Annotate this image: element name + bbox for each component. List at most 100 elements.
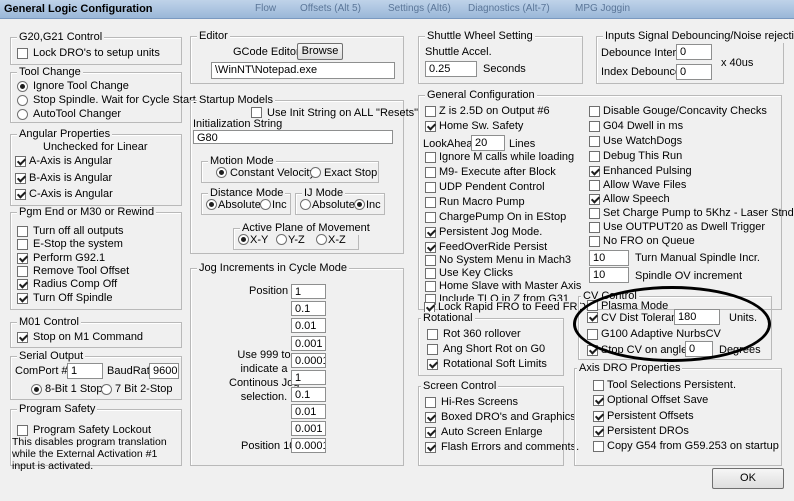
8bit-1stop-radio[interactable]	[31, 384, 42, 395]
serial-output-group: Serial Output ComPort # 1 BaudRate 9600 …	[10, 350, 182, 400]
g100-adaptive-checkbox[interactable]	[587, 329, 598, 340]
home-slave-checkbox[interactable]	[425, 281, 436, 292]
ij-inc-radio[interactable]	[354, 199, 365, 210]
remove-tool-offset-checkbox[interactable]	[17, 266, 28, 277]
cv-tolerance-input[interactable]: 180	[674, 309, 720, 325]
jog-increment-input[interactable]: 1	[291, 284, 326, 299]
tool-selections-persistent-checkbox[interactable]	[593, 380, 604, 391]
stop-cv-angle-input[interactable]: 0	[685, 341, 713, 357]
allow-wave-files-checkbox[interactable]	[589, 180, 600, 191]
ignore-tool-change-radio[interactable]	[17, 81, 28, 92]
jog-increment-input[interactable]: 0.1	[291, 301, 326, 316]
debug-run-checkbox[interactable]	[589, 151, 600, 162]
lock-dro-checkbox[interactable]	[17, 48, 28, 59]
charge-pump-5khz-checkbox[interactable]	[589, 208, 600, 219]
cv-dist-tolerance-checkbox[interactable]	[587, 312, 598, 323]
group-title: Serial Output	[17, 350, 86, 363]
constant-velocity-radio[interactable]	[216, 167, 227, 178]
boxed-dros-checkbox[interactable]	[425, 412, 436, 423]
comport-label: ComPort #	[15, 365, 68, 377]
no-fro-queue-checkbox[interactable]	[589, 236, 600, 247]
browse-button[interactable]: Browse	[297, 43, 343, 60]
plane-xz-radio[interactable]	[316, 234, 327, 245]
a-axis-angular-checkbox[interactable]	[15, 156, 26, 167]
rot-360-checkbox[interactable]	[427, 329, 438, 340]
comport-input[interactable]: 1	[67, 363, 103, 379]
chargepump-estop-checkbox[interactable]	[425, 212, 436, 223]
run-macro-pump-checkbox[interactable]	[425, 197, 436, 208]
distance-inc-radio[interactable]	[260, 199, 271, 210]
persistent-jog-checkbox[interactable]	[425, 227, 436, 238]
copy-g54-checkbox[interactable]	[593, 441, 604, 452]
turn-off-spindle-checkbox[interactable]	[17, 293, 28, 304]
output20-dwell-checkbox[interactable]	[589, 222, 600, 233]
persistent-dros-checkbox[interactable]	[593, 426, 604, 437]
persistent-offsets-checkbox[interactable]	[593, 411, 604, 422]
optional-offset-save-checkbox[interactable]	[593, 395, 604, 406]
checkbox-label: Radius Comp Off	[33, 278, 118, 290]
lookahead-input[interactable]: 20	[471, 135, 505, 151]
jog-increment-input[interactable]: 1	[291, 370, 326, 385]
jog-note-line: selection.	[240, 391, 288, 403]
b-axis-angular-checkbox[interactable]	[15, 173, 26, 184]
plasma-mode-checkbox[interactable]	[587, 300, 598, 311]
jog-increment-input[interactable]: 0.0001	[291, 353, 326, 368]
shuttle-units-label: Seconds	[483, 63, 526, 75]
stop-spindle-radio[interactable]	[17, 95, 28, 106]
checkbox-label: Ignore M calls while loading	[439, 151, 575, 163]
auto-screen-enlarge-checkbox[interactable]	[425, 427, 436, 438]
hi-res-screens-checkbox[interactable]	[425, 397, 436, 408]
stop-on-m1-checkbox[interactable]	[17, 332, 28, 343]
spindle-ov-input[interactable]: 10	[589, 267, 629, 283]
debounce-interval-input[interactable]: 0	[676, 44, 712, 60]
checkbox-label: Remove Tool Offset	[33, 265, 130, 277]
degrees-label: Degrees	[719, 344, 761, 356]
exact-stop-radio[interactable]	[310, 167, 321, 178]
spindle-incr-input[interactable]: 10	[589, 250, 629, 266]
ang-short-rot-checkbox[interactable]	[427, 344, 438, 355]
jog-increment-input[interactable]: 0.01	[291, 318, 326, 333]
turn-off-outputs-checkbox[interactable]	[17, 226, 28, 237]
7bit-2stop-radio[interactable]	[101, 384, 112, 395]
ok-button[interactable]: OK	[712, 468, 784, 489]
radio-label: Inc	[272, 199, 287, 211]
perform-g92-checkbox[interactable]	[17, 253, 28, 264]
plane-xy-radio[interactable]	[238, 234, 249, 245]
m9-execute-checkbox[interactable]	[425, 167, 436, 178]
jog-increment-input[interactable]: 0.001	[291, 421, 326, 436]
rotational-soft-limits-checkbox[interactable]	[427, 359, 438, 370]
jog-increment-input[interactable]: 0.0001	[291, 438, 326, 453]
plane-yz-radio[interactable]	[276, 234, 287, 245]
enhanced-pulsing-checkbox[interactable]	[589, 166, 600, 177]
feedoverride-persist-checkbox[interactable]	[425, 242, 436, 253]
program-safety-lockout-checkbox[interactable]	[17, 425, 28, 436]
shuttle-accel-input[interactable]: 0.25	[425, 61, 477, 77]
z-25d-checkbox[interactable]	[425, 106, 436, 117]
jog-increment-input[interactable]: 0.01	[291, 404, 326, 419]
use-init-string-checkbox[interactable]	[251, 107, 262, 118]
allow-speech-checkbox[interactable]	[589, 194, 600, 205]
distance-absolute-radio[interactable]	[206, 199, 217, 210]
estop-system-checkbox[interactable]	[17, 239, 28, 250]
home-sw-safety-checkbox[interactable]	[425, 121, 436, 132]
ij-absolute-radio[interactable]	[300, 199, 311, 210]
init-string-input[interactable]: G80	[193, 130, 393, 144]
jog-increment-input[interactable]: 0.001	[291, 336, 326, 351]
c-axis-angular-checkbox[interactable]	[15, 189, 26, 200]
flash-errors-checkbox[interactable]	[425, 442, 436, 453]
radius-comp-off-checkbox[interactable]	[17, 279, 28, 290]
baudrate-input[interactable]: 9600	[149, 363, 179, 379]
use-key-clicks-checkbox[interactable]	[425, 268, 436, 279]
g04-dwell-ms-checkbox[interactable]	[589, 121, 600, 132]
checkbox-label: Home Slave with Master Axis	[439, 280, 582, 292]
disable-gouge-checkbox[interactable]	[589, 106, 600, 117]
use-watchdogs-checkbox[interactable]	[589, 136, 600, 147]
index-debounce-input[interactable]: 0	[676, 64, 712, 80]
no-system-menu-checkbox[interactable]	[425, 255, 436, 266]
udp-pendent-checkbox[interactable]	[425, 182, 436, 193]
editor-path-input[interactable]: \WinNT\Notepad.exe	[211, 62, 395, 79]
ignore-m-calls-checkbox[interactable]	[425, 152, 436, 163]
autotool-changer-radio[interactable]	[17, 109, 28, 120]
jog-increment-input[interactable]: 0.1	[291, 387, 326, 402]
stop-cv-angles-checkbox[interactable]	[587, 345, 598, 356]
